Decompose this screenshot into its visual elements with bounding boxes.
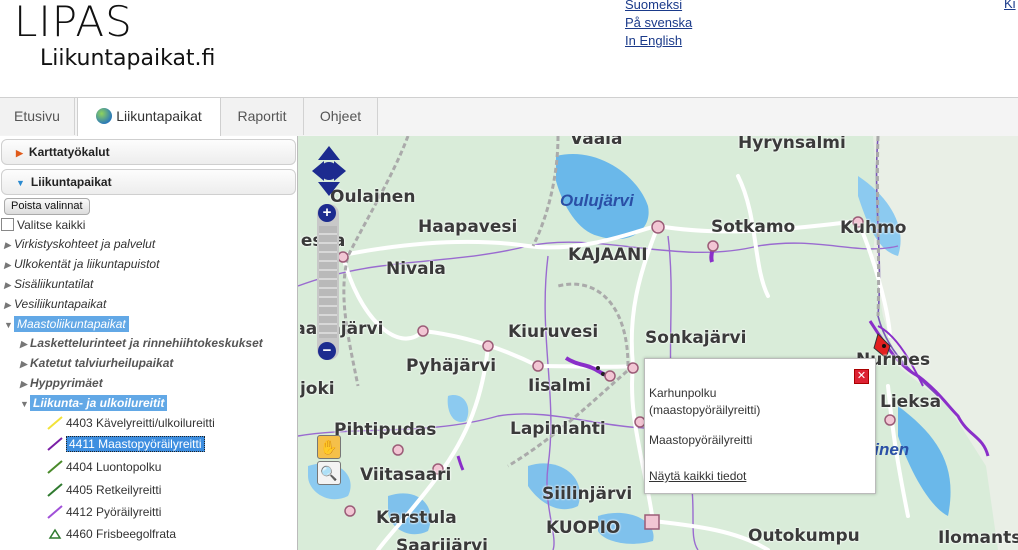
popup-type: Maastopyöräilyreitti: [649, 433, 753, 447]
pan-arrows-icon[interactable]: [310, 144, 348, 198]
collapse-arrow-icon: ▼: [4, 320, 13, 330]
tree-subcategory[interactable]: ▶ Hyppyrimäet: [20, 375, 103, 392]
expand-arrow-icon: ▶: [4, 260, 11, 270]
expand-arrow-icon: ▶: [4, 240, 11, 250]
expand-arrow-icon: ▶: [20, 339, 27, 349]
map-label-kuopio: KUOPIO: [546, 518, 621, 538]
triangle-symbol-icon: [48, 528, 62, 539]
popup-name-type: (maastopyöräilyreitti): [649, 403, 761, 417]
map-label-pihtipudas: Pihtipudas: [334, 420, 437, 440]
language-links: Suomeksi På svenska In English: [625, 0, 692, 50]
map-label-siilinjarvi: Siilinjärvi: [542, 484, 633, 504]
map-label-lapinlahti: Lapinlahti: [510, 419, 606, 439]
map-label-hyrynsalmi: Hyrynsalmi: [738, 136, 846, 153]
map-label-saarijarvi: Saarijärvi: [396, 536, 488, 550]
tree-category[interactable]: ▶ Sisäliikuntatilat: [4, 276, 93, 293]
map-label-kiuruvesi: Kiuruvesi: [508, 322, 599, 342]
clear-selections-button[interactable]: Poista valinnat: [4, 198, 90, 215]
logo-title: LIPAS: [14, 0, 133, 46]
route-layer-item[interactable]: 4460 Frisbeegolfrata: [46, 526, 176, 542]
map-label-nivala: Nivala: [386, 259, 446, 279]
lang-swedish-link[interactable]: På svenska: [625, 14, 692, 32]
select-all-checkbox[interactable]: [1, 218, 14, 231]
map-label-haapajarvi: Haapajärvi: [298, 319, 384, 339]
map-tools-label: Karttatyökalut: [28, 145, 110, 159]
hand-icon[interactable]: ✋: [317, 435, 341, 459]
show-all-details-link[interactable]: Näytä kaikki tiedot: [649, 469, 746, 483]
map-label-lieksa: Lieksa: [880, 392, 942, 412]
zoom-box-icon[interactable]: 🔍: [317, 461, 341, 485]
main-tab-bar: Etusivu Liikuntapaikat Raportit Ohjeet: [0, 97, 1018, 137]
tree-category[interactable]: ▶ Ulkokentät ja liikuntapuistot: [4, 256, 159, 273]
globe-icon: [96, 108, 113, 124]
route-layer-item[interactable]: 4405 Retkeilyreitti: [46, 482, 161, 498]
map-label-karstula: Karstula: [376, 508, 457, 528]
lang-english-link[interactable]: In English: [625, 32, 692, 50]
feature-popup: ✕ Karhunpolku (maastopyöräilyreitti) Maa…: [644, 358, 876, 494]
route-layer-item-selected[interactable]: 4411 Maastopyöräilyreitti: [46, 436, 205, 452]
map-label-kajaani: KAJAANI: [568, 245, 648, 265]
map-label-oulujarvi: Oulujärvi: [560, 191, 634, 210]
route-layer-item[interactable]: 4403 Kävelyreitti/ulkoilureitti: [46, 415, 215, 431]
tree-category[interactable]: ▶ Vesiliikuntapaikat: [4, 296, 106, 313]
tree-subcategory[interactable]: ▶ Katetut talviurheilupaikat: [20, 355, 173, 372]
tree-category-expanded[interactable]: ▼ Maastoliikuntapaikat: [4, 316, 129, 333]
lang-finnish-link[interactable]: Suomeksi: [625, 0, 692, 14]
tree-subcategory[interactable]: ▶ Laskettelurinteet ja rinnehiihtokeskuks…: [20, 335, 263, 352]
line-symbol-icon: [47, 437, 63, 451]
popup-title: Karhunpolku (maastopyöräilyreitti): [649, 385, 760, 419]
map-label-sonkajarvi: Sonkajärvi: [645, 328, 747, 348]
tab-ohjeet[interactable]: Ohjeet: [304, 98, 378, 135]
map-tools-accordion[interactable]: ▶ Karttatyökalut: [1, 139, 296, 165]
sports-sites-label: Liikuntapaikat: [30, 175, 112, 189]
close-icon[interactable]: ✕: [854, 369, 869, 384]
map-label-iisalmi: Iisalmi: [528, 376, 592, 396]
route-layer-item[interactable]: 4404 Luontopolku: [46, 459, 161, 475]
sports-sites-accordion[interactable]: ▼ Liikuntapaikat: [1, 169, 296, 195]
line-symbol-icon: [47, 483, 63, 497]
popup-name: Karhunpolku: [649, 386, 717, 400]
line-symbol-icon: [47, 460, 63, 474]
tree-category[interactable]: ▶ Virkistyskohteet ja palvelut: [4, 236, 155, 253]
expand-arrow-icon: ▶: [4, 280, 11, 290]
tab-liikuntapaikat-label: Liikuntapaikat: [116, 108, 202, 124]
logo-subtitle: Liikuntapaikat.fi: [40, 46, 216, 71]
map-label-ilomantsi: Ilomantsi: [938, 528, 1018, 548]
expand-arrow-icon: ▶: [20, 379, 27, 389]
map-label-sotkamo: Sotkamo: [711, 217, 796, 237]
route-layer-item[interactable]: 4412 Pyöräilyreitti: [46, 504, 161, 520]
map-label-kalajoki: Kalajoki: [299, 379, 335, 399]
tab-liikuntapaikat[interactable]: Liikuntapaikat: [77, 98, 221, 137]
map-label-pyhajarvi: Pyhäjärvi: [406, 356, 497, 376]
zoom-levels[interactable]: [319, 226, 337, 338]
collapse-arrow-icon: ▼: [20, 399, 29, 409]
line-symbol-icon: [47, 416, 63, 430]
map-label-viitasaari: Viitasaari: [360, 465, 452, 485]
line-symbol-icon: [47, 505, 63, 519]
map-view[interactable]: Vaala Hyrynsalmi Oulainen Haapavesi Sotk…: [298, 136, 1018, 550]
chevron-right-icon: ▶: [16, 148, 23, 158]
left-panel: ▶ Karttatyökalut ▼ Liikuntapaikat Poista v…: [0, 136, 298, 550]
tree-subcategory-expanded[interactable]: ▼ Liikunta- ja ulkoilureitit: [20, 395, 168, 412]
expand-arrow-icon: ▶: [4, 300, 11, 310]
select-all-row[interactable]: Valitse kaikki: [1, 217, 85, 233]
map-label-vaala: Vaala: [570, 136, 623, 149]
map-label-kuhmo: Kuhmo: [840, 218, 907, 238]
tab-raportit[interactable]: Raportit: [221, 98, 304, 135]
expand-arrow-icon: ▶: [20, 359, 27, 369]
top-right-link[interactable]: Ki: [1004, 0, 1016, 11]
tab-etusivu[interactable]: Etusivu: [0, 98, 75, 135]
map-label-haapavesi: Haapavesi: [418, 217, 518, 237]
chevron-down-icon: ▼: [16, 178, 25, 188]
select-all-label: Valitse kaikki: [17, 218, 86, 232]
map-label-outokumpu: Outokumpu: [748, 526, 860, 546]
plus-icon[interactable]: +: [318, 204, 336, 222]
minus-icon[interactable]: −: [318, 342, 336, 360]
